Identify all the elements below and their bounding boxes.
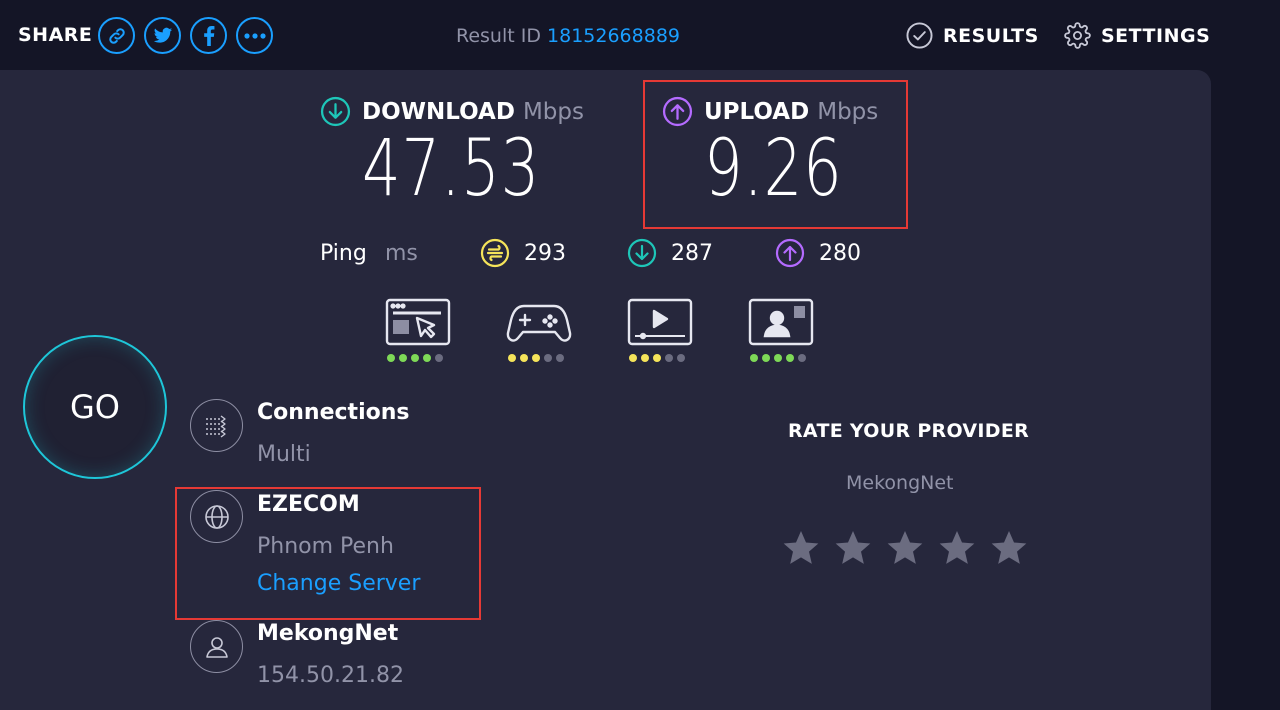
ping-idle-value: 293	[524, 240, 566, 266]
rating-dot-filled	[750, 354, 758, 362]
provider-ip: 154.50.21.82	[257, 663, 404, 688]
upload-speed-value: 9.26	[704, 124, 843, 214]
upload-label: UPLOAD	[704, 98, 810, 125]
rating-dot-filled	[762, 354, 770, 362]
rating-dot-filled	[508, 354, 516, 362]
ping-unit: ms	[385, 241, 418, 266]
video-chat-dots	[750, 354, 806, 362]
server-icon	[190, 490, 243, 543]
results-label: RESULTS	[943, 24, 1039, 47]
change-server-link[interactable]: Change Server	[257, 571, 420, 596]
result-id: Result ID 18152668889	[456, 25, 680, 47]
download-latency-icon	[627, 238, 657, 268]
upload-arrow-icon	[662, 96, 693, 127]
rating-dot-empty	[798, 354, 806, 362]
connections-value: Multi	[257, 442, 311, 467]
download-label: DOWNLOAD	[362, 98, 515, 125]
right-gutter	[1211, 70, 1280, 710]
video-streaming-rating	[627, 298, 693, 368]
result-id-label: Result ID	[456, 25, 541, 47]
share-facebook-button[interactable]	[190, 17, 227, 54]
rating-dot-filled	[411, 354, 419, 362]
rating-dot-filled	[532, 354, 540, 362]
rating-dot-empty	[665, 354, 673, 362]
rate-provider-isp: MekongNet	[846, 472, 954, 494]
ping-upload: 280	[775, 238, 861, 268]
provider-name: MekongNet	[257, 621, 399, 646]
download-speed-value: 47.53	[362, 124, 541, 214]
share-label: SHARE	[18, 24, 93, 46]
ping-download-value: 287	[671, 240, 713, 266]
video-streaming-icon	[627, 298, 693, 346]
share-link-button[interactable]	[98, 17, 135, 54]
settings-label: SETTINGS	[1101, 24, 1211, 47]
video-streaming-dots	[629, 354, 685, 362]
facebook-icon	[203, 25, 214, 46]
share-twitter-button[interactable]	[144, 17, 181, 54]
provider-icon	[190, 620, 243, 673]
rating-dot-filled	[399, 354, 407, 362]
web-browsing-icon	[385, 298, 451, 346]
ping-download: 287	[627, 238, 713, 268]
user-icon	[205, 636, 228, 658]
ping-row: Ping ms 293 287 280	[320, 238, 880, 272]
results-panel	[0, 70, 1211, 710]
rate-provider-title: RATE YOUR PROVIDER	[788, 420, 1030, 442]
star-icon[interactable]	[937, 528, 977, 568]
share-more-button[interactable]	[236, 17, 273, 54]
ping-upload-value: 280	[819, 240, 861, 266]
rating-dot-filled	[520, 354, 528, 362]
ping-idle: 293	[480, 238, 566, 268]
top-bar: SHARE Result ID 18152668889 RESULTS SETT…	[0, 0, 1280, 70]
rating-dot-filled	[387, 354, 395, 362]
server-location: Phnom Penh	[257, 534, 394, 559]
globe-icon	[204, 504, 229, 529]
result-id-link[interactable]: 18152668889	[547, 25, 680, 47]
video-chat-icon	[748, 298, 814, 346]
check-circle-icon	[906, 22, 933, 49]
rating-dot-filled	[653, 354, 661, 362]
download-arrow-icon	[320, 96, 351, 127]
gear-icon	[1064, 22, 1091, 49]
gaming-rating	[506, 298, 572, 368]
idle-latency-icon	[480, 238, 510, 268]
results-nav-button[interactable]: RESULTS	[906, 22, 1039, 49]
upload-header: UPLOAD Mbps	[662, 96, 878, 127]
star-icon[interactable]	[989, 528, 1029, 568]
go-button[interactable]: GO	[23, 335, 167, 479]
rating-dot-filled	[774, 354, 782, 362]
web-browsing-dots	[387, 354, 443, 362]
connections-icon	[190, 399, 243, 452]
connections-title: Connections	[257, 400, 410, 425]
rating-dot-empty	[435, 354, 443, 362]
twitter-icon	[153, 27, 172, 43]
download-header: DOWNLOAD Mbps	[320, 96, 584, 127]
rating-dot-filled	[629, 354, 637, 362]
link-icon	[108, 27, 125, 44]
rating-dot-empty	[556, 354, 564, 362]
star-rating	[781, 528, 1029, 568]
ping-label: Ping	[320, 241, 367, 266]
rating-dot-empty	[677, 354, 685, 362]
settings-nav-button[interactable]: SETTINGS	[1064, 22, 1210, 49]
upload-latency-icon	[775, 238, 805, 268]
download-unit: Mbps	[522, 98, 584, 125]
star-icon[interactable]	[833, 528, 873, 568]
rating-dot-empty	[544, 354, 552, 362]
rating-dot-filled	[641, 354, 649, 362]
upload-unit: Mbps	[817, 98, 879, 125]
multi-connection-icon	[205, 414, 226, 438]
gaming-dots	[508, 354, 564, 362]
star-icon[interactable]	[781, 528, 821, 568]
server-name: EZECOM	[257, 492, 360, 517]
star-icon[interactable]	[885, 528, 925, 568]
more-icon	[243, 32, 266, 39]
web-browsing-rating	[385, 298, 451, 368]
video-chat-rating	[748, 298, 814, 368]
gaming-icon	[506, 304, 572, 342]
rating-dot-filled	[786, 354, 794, 362]
rating-dot-filled	[423, 354, 431, 362]
